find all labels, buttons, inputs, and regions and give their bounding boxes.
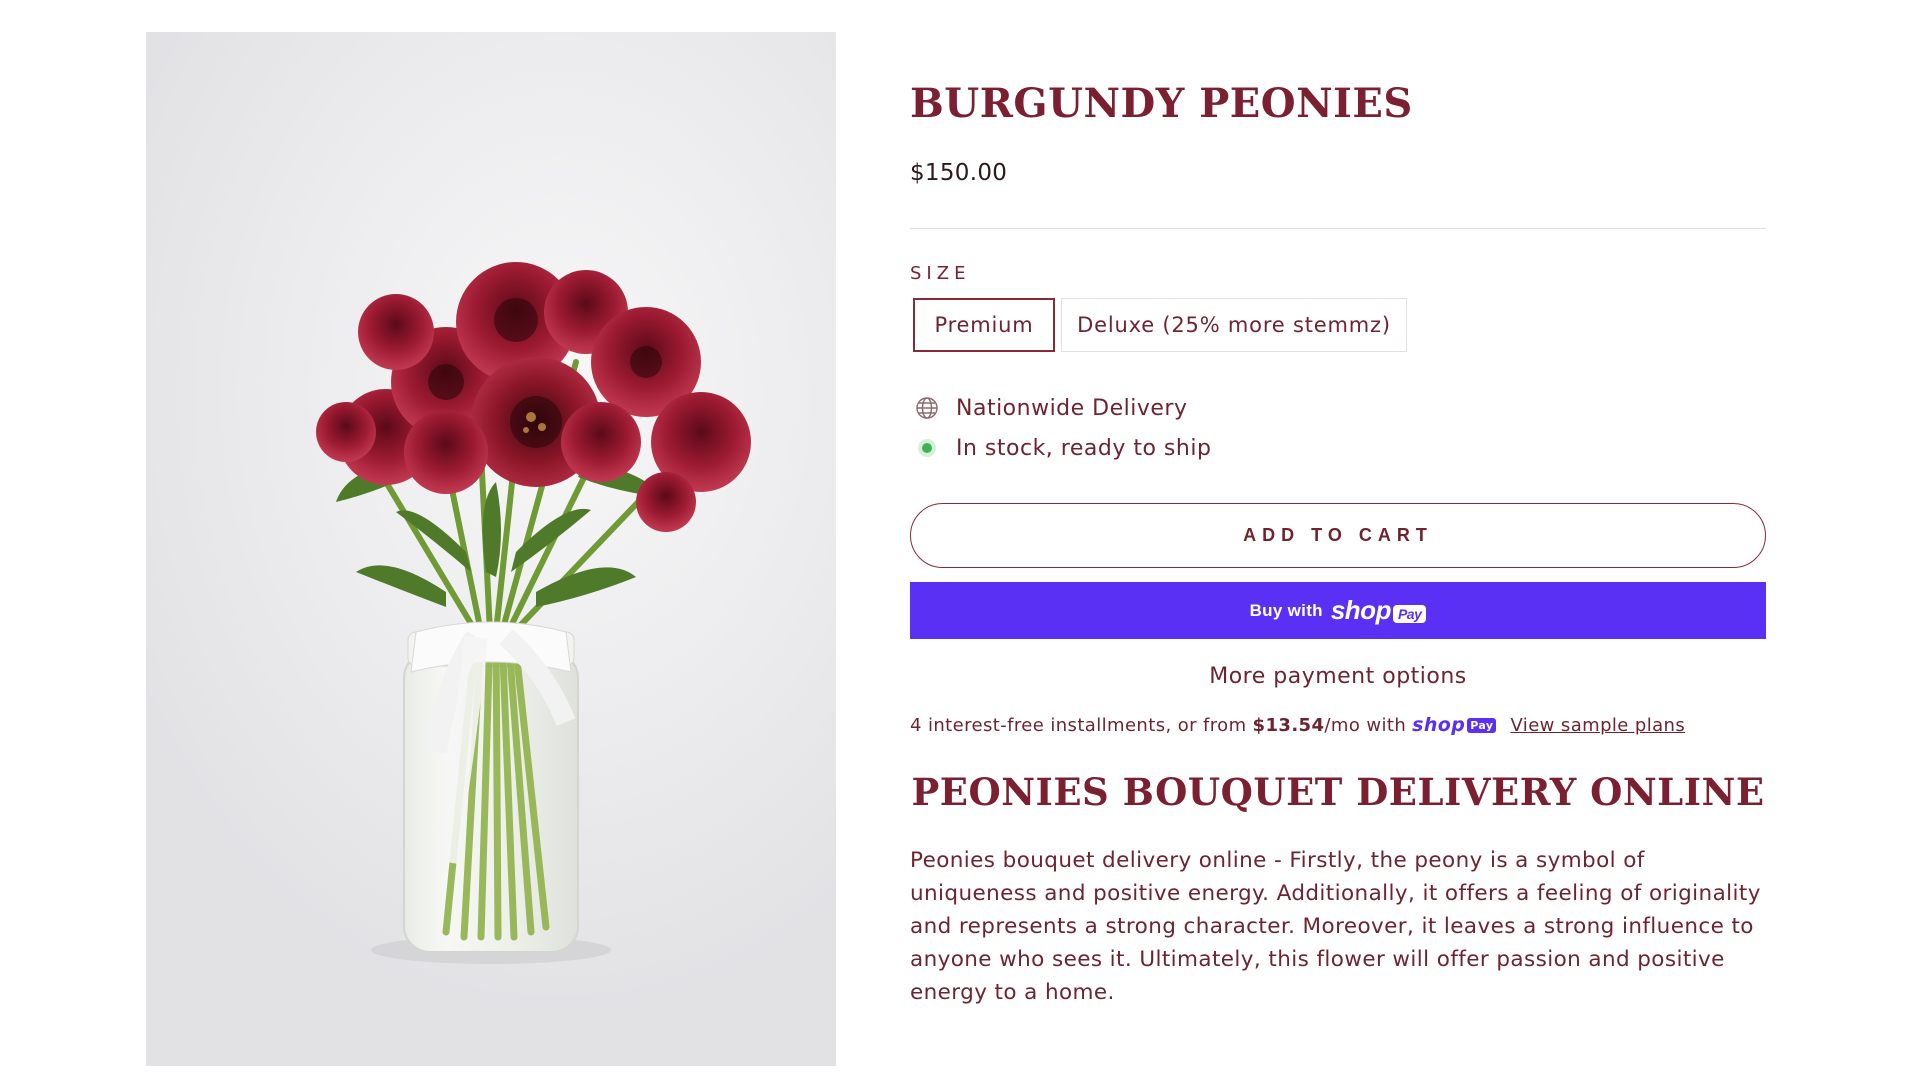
installments-prefix: 4 interest-free installments, or from (910, 714, 1247, 736)
installments-amount: $13.54 (1252, 714, 1325, 736)
size-option-deluxe[interactable]: Deluxe (25% more stemmz) (1061, 298, 1407, 352)
size-label: SIZE (910, 263, 971, 284)
shop-pay-logo-text: shop (1330, 595, 1392, 625)
shop-pay-badge: Pay (1392, 605, 1427, 623)
feature-delivery: Nationwide Delivery (910, 395, 1188, 421)
shop-pay-logo: shop Pay (1331, 595, 1427, 626)
shop-pay-small-logo: shop Pay (1412, 714, 1497, 736)
product-image[interactable] (146, 32, 836, 1066)
shop-pay-small-badge: Pay (1467, 717, 1497, 733)
divider (910, 228, 1766, 229)
peony-bouquet-illustration (316, 262, 751, 964)
product-info: BURGUNDY PEONIES $150.00 SIZE Premium De… (910, 0, 1766, 1080)
in-stock-dot-icon (914, 435, 940, 461)
product-title: BURGUNDY PEONIES (910, 80, 1413, 127)
shop-pay-buy-with: Buy with (1249, 600, 1323, 620)
add-to-cart-button[interactable]: ADD TO CART (910, 503, 1766, 568)
more-payment-options-link[interactable]: More payment options (910, 664, 1766, 689)
shop-pay-small-logo-text: shop (1412, 714, 1466, 736)
feature-stock: In stock, ready to ship (910, 435, 1211, 461)
installments-info: 4 interest-free installments, or from $1… (910, 714, 1685, 736)
description-title: PEONIES BOUQUET DELIVERY ONLINE (911, 770, 1765, 814)
globe-icon (914, 395, 940, 421)
feature-delivery-text: Nationwide Delivery (956, 395, 1188, 421)
product-price: $150.00 (910, 160, 1008, 186)
shop-pay-button[interactable]: Buy with shop Pay (910, 582, 1766, 639)
feature-stock-text: In stock, ready to ship (956, 435, 1212, 461)
description-body: Peonies bouquet delivery online - Firstl… (910, 848, 1761, 1005)
size-option-premium[interactable]: Premium (913, 298, 1055, 352)
installments-suffix: /mo with (1324, 714, 1407, 736)
view-sample-plans-link[interactable]: View sample plans (1510, 715, 1685, 736)
